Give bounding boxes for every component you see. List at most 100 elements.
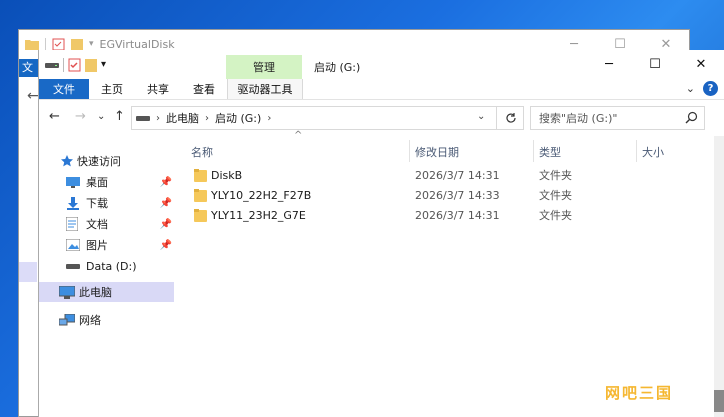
pin-icon[interactable]: 📌 bbox=[160, 177, 172, 188]
search-input[interactable]: 搜索"启动 (G:)" bbox=[530, 106, 705, 130]
nav-item-desktop[interactable]: 桌面 📌 bbox=[66, 172, 174, 192]
file-row[interactable]: YLY11_23H2_G7E 2026/3/7 14:31 文件夹 bbox=[188, 205, 658, 225]
window-title: 启动 (G:) bbox=[314, 61, 361, 74]
file-date: 2026/3/7 14:33 bbox=[415, 188, 500, 202]
breadcrumb-separator-icon[interactable]: › bbox=[205, 113, 209, 124]
ribbon-collapse-icon[interactable]: ⌄ bbox=[686, 82, 695, 95]
back-button[interactable]: ← bbox=[49, 109, 60, 124]
pin-icon[interactable]: 📌 bbox=[160, 198, 172, 209]
tab-file[interactable]: 文件 bbox=[39, 79, 89, 99]
column-divider[interactable] bbox=[409, 140, 410, 162]
column-divider[interactable] bbox=[533, 140, 534, 162]
qat-dropdown-icon[interactable]: ▾ bbox=[89, 39, 94, 49]
file-type: 文件夹 bbox=[539, 209, 572, 222]
file-date: 2026/3/7 14:31 bbox=[415, 168, 500, 182]
nav-item-quick-access[interactable]: 快速访问 bbox=[61, 151, 174, 171]
desktop-icon bbox=[66, 176, 80, 188]
tab-view[interactable]: 查看 bbox=[181, 79, 227, 99]
nav-item-label: 网络 bbox=[79, 314, 101, 327]
search-icon bbox=[685, 111, 698, 124]
file-date: 2026/3/7 14:31 bbox=[415, 208, 500, 222]
star-icon bbox=[61, 155, 73, 167]
breadcrumb-drive-g[interactable]: 启动 (G:) bbox=[215, 110, 261, 126]
quick-access-toolbar: ▾ bbox=[39, 57, 106, 72]
nav-item-downloads[interactable]: 下载 📌 bbox=[66, 193, 174, 213]
ribbon-tabs: 文件 主页 共享 查看 驱动器工具 ⌄ ? bbox=[39, 79, 724, 100]
refresh-button[interactable] bbox=[496, 106, 524, 130]
nav-item-documents[interactable]: 文档 📌 bbox=[66, 214, 174, 234]
nav-item-pictures[interactable]: 图片 📌 bbox=[66, 235, 174, 255]
close-button[interactable]: ✕ bbox=[678, 50, 724, 79]
picture-icon bbox=[66, 239, 80, 251]
titlebar: ▾ 管理 启动 (G:) ─ ☐ ✕ bbox=[39, 50, 724, 79]
tab-share[interactable]: 共享 bbox=[135, 79, 181, 99]
address-bar[interactable]: › 此电脑 › 启动 (G:) › ⌄ bbox=[131, 106, 524, 130]
ribbon-right-controls: ⌄ ? bbox=[686, 81, 718, 96]
properties-icon[interactable] bbox=[68, 58, 81, 72]
nav-item-label: 图片 bbox=[86, 239, 108, 252]
up-button[interactable]: ↑ bbox=[114, 109, 125, 124]
bg-back-arrow-icon[interactable]: ← bbox=[27, 88, 39, 104]
breadcrumb-separator-icon[interactable]: › bbox=[267, 113, 271, 124]
new-folder-icon[interactable] bbox=[85, 58, 97, 72]
file-list: ^ 名称 修改日期 类型 大小 DiskB 2026/3/7 14:31 文件夹… bbox=[188, 130, 708, 417]
folder-icon bbox=[194, 208, 207, 222]
nav-item-this-pc[interactable]: 此电脑 bbox=[39, 282, 174, 302]
nav-item-label: 桌面 bbox=[86, 176, 108, 189]
nav-item-label: 文档 bbox=[86, 218, 108, 231]
folder-icon bbox=[194, 188, 207, 202]
divider bbox=[63, 57, 64, 72]
maximize-button[interactable]: ☐ bbox=[632, 50, 678, 79]
new-folder-icon[interactable] bbox=[71, 38, 83, 51]
column-header-type[interactable]: 类型 bbox=[539, 144, 561, 160]
context-tab-header: 管理 bbox=[226, 55, 302, 79]
network-icon bbox=[59, 313, 75, 325]
pin-icon[interactable]: 📌 bbox=[160, 219, 172, 230]
search-placeholder: 搜索"启动 (G:)" bbox=[539, 112, 618, 125]
computer-icon bbox=[59, 285, 75, 299]
refresh-icon bbox=[505, 113, 516, 123]
folder-icon bbox=[194, 168, 207, 182]
file-type: 文件夹 bbox=[539, 189, 572, 202]
file-row[interactable]: YLY10_22H2_F27B 2026/3/7 14:33 文件夹 bbox=[188, 185, 658, 205]
bg-selection-strip bbox=[19, 262, 37, 282]
minimize-button[interactable]: ─ bbox=[586, 50, 632, 79]
breadcrumb-separator-icon[interactable]: › bbox=[156, 113, 160, 124]
nav-item-label: 下载 bbox=[86, 197, 108, 210]
column-header-size[interactable]: 大小 bbox=[642, 144, 664, 160]
address-dropdown-icon[interactable]: ⌄ bbox=[477, 111, 491, 122]
qat-dropdown-icon[interactable]: ▾ bbox=[101, 59, 106, 70]
forward-button[interactable]: → bbox=[75, 109, 86, 124]
nav-item-label: 此电脑 bbox=[79, 286, 112, 299]
vertical-scrollbar[interactable] bbox=[714, 136, 724, 417]
tab-drive-tools[interactable]: 驱动器工具 bbox=[227, 79, 303, 99]
download-icon bbox=[67, 196, 79, 210]
column-divider[interactable] bbox=[636, 140, 637, 162]
file-type: 文件夹 bbox=[539, 169, 572, 182]
help-icon[interactable]: ? bbox=[703, 81, 718, 96]
nav-item-network[interactable]: 网络 bbox=[59, 310, 174, 330]
column-header-date[interactable]: 修改日期 bbox=[415, 144, 459, 160]
breadcrumb-this-pc[interactable]: 此电脑 bbox=[166, 110, 199, 126]
nav-item-label: 快速访问 bbox=[77, 155, 121, 168]
sort-ascending-icon: ^ bbox=[294, 130, 303, 141]
navigation-bar: ← → ⌄ ↑ › 此电脑 › 启动 (G:) › ⌄ 搜索"启动 (G:)" bbox=[39, 100, 724, 136]
drive-icon bbox=[66, 264, 80, 269]
pin-icon[interactable]: 📌 bbox=[160, 240, 172, 251]
document-icon bbox=[66, 217, 78, 231]
nav-item-label: Data (D:) bbox=[86, 259, 137, 273]
column-header-name[interactable]: 名称 bbox=[191, 144, 213, 160]
background-window-title: EGVirtualDisk bbox=[99, 37, 175, 51]
file-name: YLY10_22H2_F27B bbox=[211, 188, 312, 202]
drive-icon bbox=[136, 116, 150, 121]
bg-file-tab[interactable]: 文 bbox=[19, 59, 39, 77]
file-row[interactable]: DiskB 2026/3/7 14:31 文件夹 bbox=[188, 165, 658, 185]
properties-icon[interactable] bbox=[52, 38, 65, 51]
explorer-window: ▾ 管理 启动 (G:) ─ ☐ ✕ 文件 主页 共享 查看 驱动器工具 ⌄ ?… bbox=[38, 50, 724, 417]
recent-locations-button[interactable]: ⌄ bbox=[97, 111, 105, 122]
window-controls: ─ ☐ ✕ bbox=[586, 50, 724, 79]
file-name: YLY11_23H2_G7E bbox=[211, 208, 306, 222]
tab-home[interactable]: 主页 bbox=[89, 79, 135, 99]
scrollbar-thumb[interactable] bbox=[714, 390, 724, 412]
nav-item-data-drive[interactable]: Data (D:) bbox=[66, 256, 174, 276]
